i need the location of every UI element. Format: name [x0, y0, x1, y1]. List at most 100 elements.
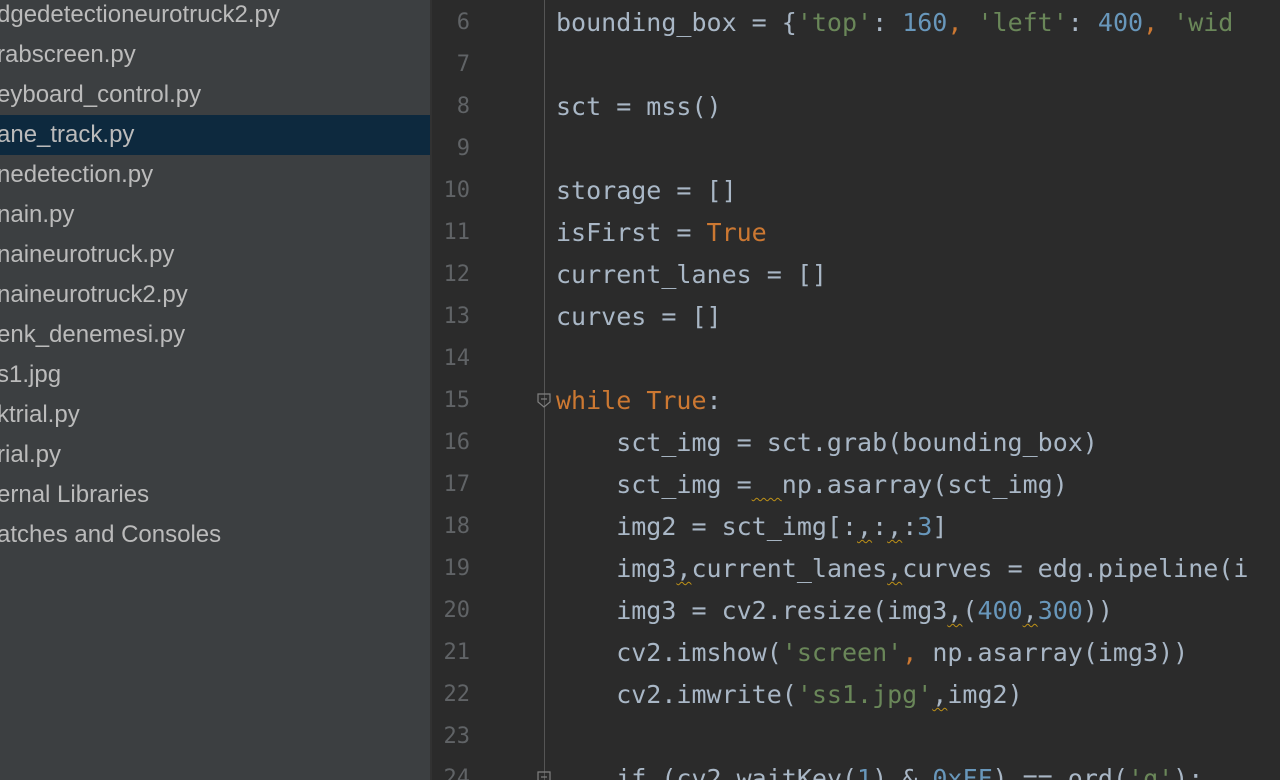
file-item[interactable]: nedetection.py: [0, 155, 430, 195]
file-item-label: s1.jpg: [0, 361, 62, 388]
code-text: current_lanes = []: [556, 254, 827, 296]
code-token: 1: [857, 764, 873, 780]
file-item[interactable]: ktrial.py: [0, 395, 430, 435]
code-line[interactable]: 11 isFirst = True: [432, 212, 1280, 254]
line-number: 15: [443, 388, 471, 413]
code-token: img2 = sct_img[:: [556, 512, 858, 541]
code-text: isFirst = True: [556, 212, 767, 254]
file-item[interactable]: dgedetectioneurotruck2.py: [0, 0, 430, 35]
file-item[interactable]: rabscreen.py: [0, 35, 430, 75]
file-item[interactable]: enk_denemesi.py: [0, 315, 430, 355]
code-token: current_lanes: [691, 554, 888, 583]
code-text: sct = mss(): [556, 86, 722, 128]
project-tree-panel: dgedetectioneurotruck2.py rabscreen.py eyb…: [0, 0, 430, 780]
file-item-label: nedetection.py: [0, 161, 154, 188]
file-item[interactable]: nain.py: [0, 195, 430, 235]
code-line[interactable]: 20 img3 = cv2.resize(img3,(400,300)): [432, 590, 1280, 632]
code-line[interactable]: 17 sct_img = np.asarray(sct_img): [432, 464, 1280, 506]
code-token: ,: [947, 8, 978, 37]
code-token: :: [872, 8, 903, 37]
code-token: img2): [947, 680, 1023, 709]
code-token-warning: ,: [947, 596, 963, 625]
line-number: 23: [443, 724, 471, 749]
code-line[interactable]: 7: [432, 44, 1280, 86]
file-item-label: ernal Libraries: [0, 481, 150, 508]
file-item-label: atches and Consoles: [0, 521, 222, 548]
line-number: 16: [443, 430, 471, 455]
code-token: sct = mss(): [556, 92, 722, 121]
code-line[interactable]: 12 current_lanes = []: [432, 254, 1280, 296]
code-token-warning: ,: [887, 554, 903, 583]
code-token: storage = []: [556, 176, 737, 205]
code-line[interactable]: 19 img3,current_lanes,curves = edg.pipel…: [432, 548, 1280, 590]
line-number: 14: [443, 346, 471, 371]
file-item[interactable]: s1.jpg: [0, 355, 430, 395]
line-number: 7: [456, 52, 470, 77]
code-token: )): [1082, 596, 1113, 625]
line-number: 19: [443, 556, 471, 581]
code-line[interactable]: 22 cv2.imwrite('ss1.jpg',img2): [432, 674, 1280, 716]
file-item[interactable]: naineurotruck2.py: [0, 275, 430, 315]
code-token: ):: [1173, 764, 1204, 780]
code-line[interactable]: 21 cv2.imshow('screen', np.asarray(img3)…: [432, 632, 1280, 674]
code-editor[interactable]: 6 bounding_box = {'top': 160, 'left': 400…: [432, 0, 1280, 780]
code-token: :: [902, 512, 918, 541]
code-text: cv2.imwrite('ss1.jpg',img2): [556, 674, 1023, 716]
code-token-warning: ,: [857, 512, 873, 541]
line-number: 22: [443, 682, 471, 707]
code-line[interactable]: 24 if (cv2.waitKey(1) & 0xFF) == ord('q'…: [432, 758, 1280, 780]
file-item-label: rabscreen.py: [0, 41, 136, 68]
code-line[interactable]: 13 curves = []: [432, 296, 1280, 338]
code-token: ]: [932, 512, 948, 541]
line-number: 11: [443, 220, 471, 245]
code-token: 'wid: [1173, 8, 1234, 37]
file-item-label: eyboard_control.py: [0, 81, 202, 108]
line-number: 21: [443, 640, 471, 665]
file-item-label: rial.py: [0, 441, 62, 468]
fold-collapse-icon[interactable]: [536, 771, 552, 780]
code-token: ) == ord(: [992, 764, 1128, 780]
code-token-warning: ,: [1022, 596, 1038, 625]
file-item-selected[interactable]: ane_track.py: [0, 115, 430, 155]
file-item-label: nain.py: [0, 201, 75, 228]
code-line[interactable]: 16 sct_img = sct.grab(bounding_box): [432, 422, 1280, 464]
code-token: 'top': [796, 8, 873, 37]
code-token: if (cv2.waitKey(: [556, 764, 858, 780]
code-line[interactable]: 9: [432, 128, 1280, 170]
code-token-warning: [752, 470, 782, 499]
code-line[interactable]: 23: [432, 716, 1280, 758]
code-token: (: [962, 596, 978, 625]
code-token: 3: [917, 512, 933, 541]
file-item[interactable]: eyboard_control.py: [0, 75, 430, 115]
code-token: curves = edg.pipeline(i: [902, 554, 1249, 583]
code-text: if (cv2.waitKey(1) & 0xFF) == ord('q'):: [556, 758, 1203, 780]
line-number: 13: [443, 304, 471, 329]
code-token: current_lanes = []: [556, 260, 827, 289]
line-number: 12: [443, 262, 471, 287]
code-line[interactable]: 18 img2 = sct_img[:,:,:3]: [432, 506, 1280, 548]
code-token: cv2.imwrite(: [556, 680, 797, 709]
code-token: curves = []: [556, 302, 722, 331]
code-token: sct_img =: [556, 470, 752, 499]
code-line[interactable]: 14: [432, 338, 1280, 380]
code-token-warning: ,: [887, 512, 903, 541]
code-token: 400: [1097, 8, 1144, 37]
code-line[interactable]: 6 bounding_box = {'top': 160, 'left': 400…: [432, 2, 1280, 44]
code-token: while: [556, 386, 647, 415]
fold-collapse-icon[interactable]: [536, 393, 552, 409]
file-item[interactable]: ernal Libraries: [0, 475, 430, 515]
code-token: 'q': [1128, 764, 1174, 780]
code-line[interactable]: 8 sct = mss(): [432, 86, 1280, 128]
code-line[interactable]: 15 while True:: [432, 380, 1280, 422]
file-item-label: ane_track.py: [0, 121, 135, 148]
code-text: img3 = cv2.resize(img3,(400,300)): [556, 590, 1113, 632]
file-item[interactable]: rial.py: [0, 435, 430, 475]
code-token: 'left': [977, 8, 1068, 37]
code-text: img2 = sct_img[:,:,:3]: [556, 506, 947, 548]
code-line[interactable]: 10 storage = []: [432, 170, 1280, 212]
file-item-label: dgedetectioneurotruck2.py: [0, 1, 280, 28]
file-item[interactable]: naineurotruck.py: [0, 235, 430, 275]
code-token: isFirst =: [556, 218, 707, 247]
file-item[interactable]: atches and Consoles: [0, 515, 430, 555]
code-text: img3,current_lanes,curves = edg.pipeline…: [556, 548, 1248, 590]
